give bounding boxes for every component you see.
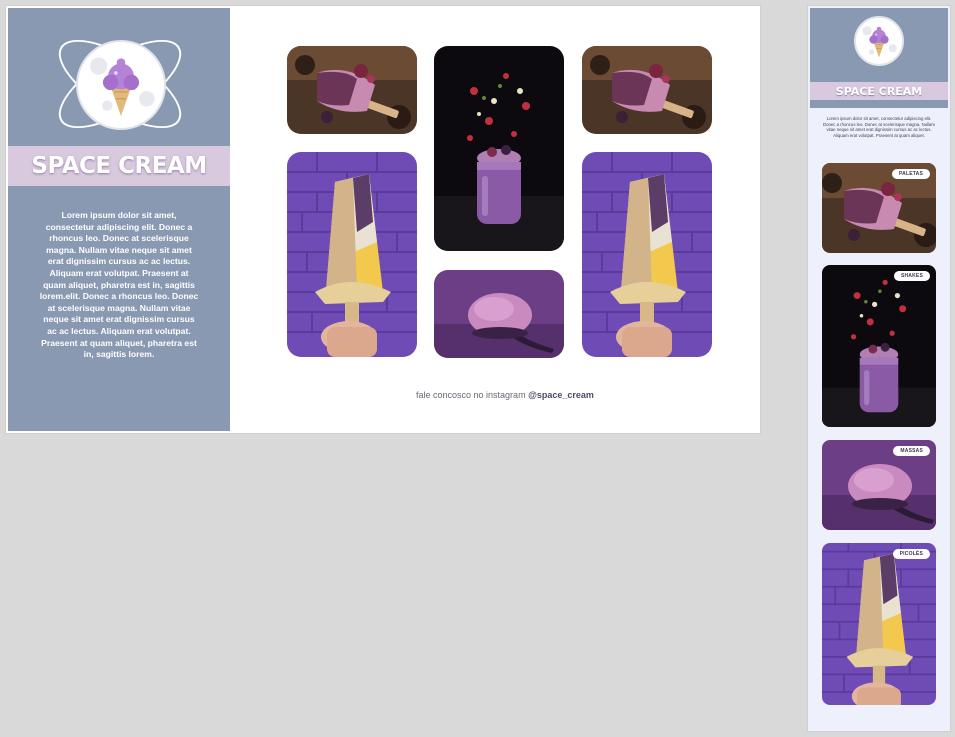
brand-title-band: SPACE CREAM — [8, 146, 230, 186]
mobile-frame: SPACE CREAM Lorem ipsum dolor sit amet, … — [808, 6, 950, 731]
gallery-paleta-berry-2[interactable] — [582, 46, 712, 134]
mobile-card-paletas[interactable]: PALETAS — [822, 163, 936, 253]
sidebar: SPACE CREAM Lorem ipsum dolor sit amet, … — [8, 8, 230, 431]
mobile-title-band: SPACE CREAM — [810, 82, 948, 100]
category-pill[interactable]: MASSAS — [893, 446, 930, 456]
desktop-frame: SPACE CREAM Lorem ipsum dolor sit amet, … — [6, 6, 760, 433]
instagram-prefix: fale concosco no instagram — [416, 390, 526, 400]
mobile-title: SPACE CREAM — [835, 84, 923, 98]
mobile-card-shakes[interactable]: SHAKES — [822, 265, 936, 427]
instagram-cta: fale concosco no instagram @space_cream — [416, 390, 594, 400]
gallery-picole-nuts[interactable] — [287, 152, 417, 357]
gallery-paleta-berry[interactable] — [287, 46, 417, 134]
ice-cream-icon[interactable] — [854, 16, 904, 66]
mobile-card-picoles[interactable]: PICOLÉS — [822, 543, 936, 705]
gallery-massa-scoop[interactable] — [434, 270, 564, 358]
mobile-description: Lorem ipsum dolor sit amet, consectetur … — [822, 116, 936, 138]
brand-logo[interactable] — [45, 22, 195, 146]
gallery-picole-nuts-2[interactable] — [582, 152, 712, 357]
category-pill[interactable]: SHAKES — [893, 271, 930, 281]
brand-title: SPACE CREAM — [31, 153, 207, 179]
mobile-card-massas[interactable]: MASSAS — [822, 440, 936, 530]
mobile-header: SPACE CREAM — [810, 8, 948, 108]
ice-cream-icon — [76, 40, 166, 130]
category-pill[interactable]: PICOLÉS — [892, 549, 930, 559]
gallery-shake-jar[interactable] — [434, 46, 564, 251]
brand-description: Lorem ipsum dolor sit amet, consectetur … — [39, 210, 199, 360]
instagram-handle-link[interactable]: @space_cream — [528, 390, 594, 400]
category-pill[interactable]: PALETAS — [892, 169, 930, 179]
